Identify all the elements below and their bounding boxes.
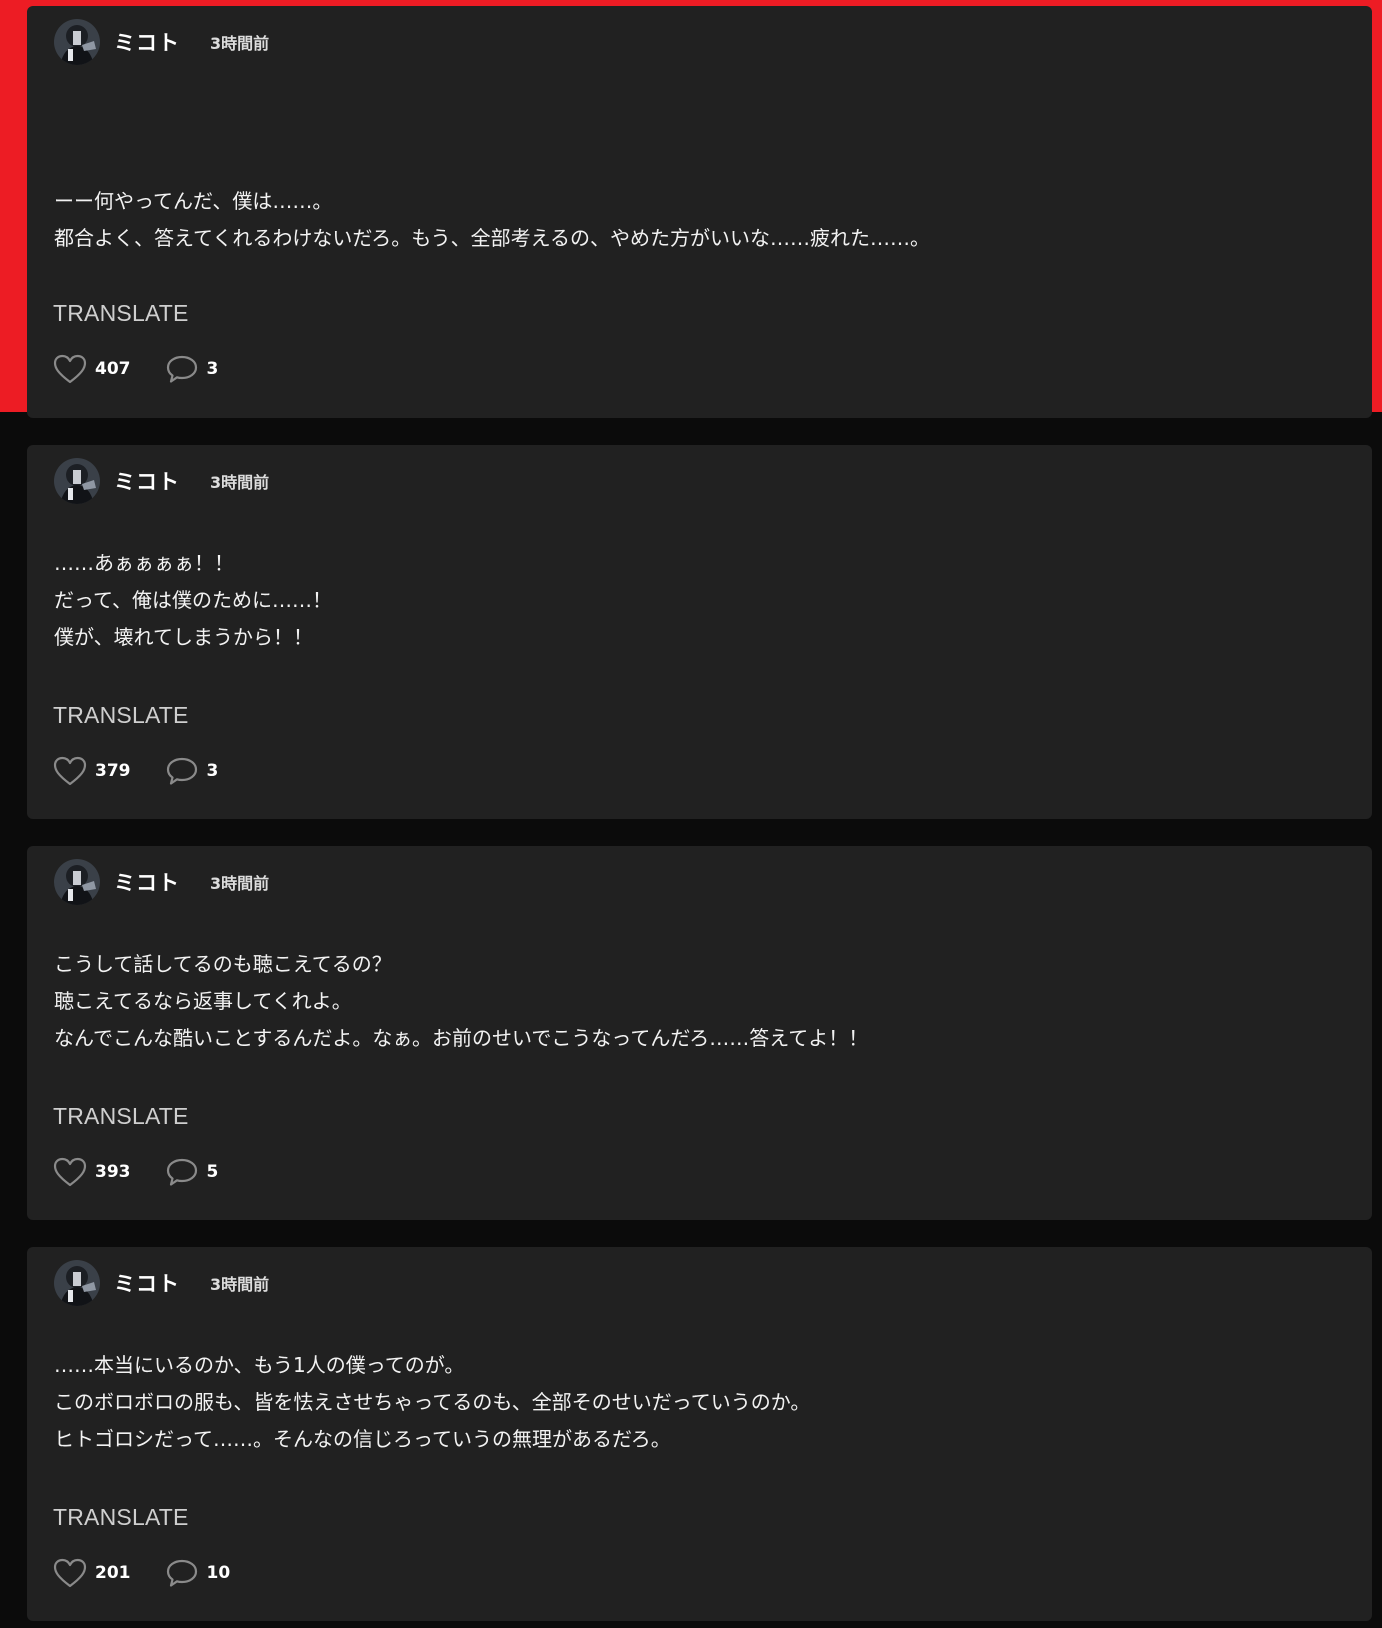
translate-button[interactable]: TRANSLATE (53, 300, 189, 327)
speech-bubble-icon (166, 1158, 197, 1186)
post-body-line: ……あぁぁぁぁ！！ (54, 551, 234, 575)
comment-button[interactable]: 3 (165, 756, 219, 786)
avatar[interactable] (54, 859, 100, 905)
post-body-line: 僕が、壊れてしまうから！！ (54, 625, 313, 649)
author-name[interactable]: ミコト (114, 1268, 180, 1298)
post-body-line: なんでこんな酷いことするんだよ。なぁ。お前のせいでこうなってんだろ……答えてよ！… (54, 1026, 869, 1050)
post-card: ミコト 3時間前 ……本当にいるのか、もう1人の僕ってのが。 このボロボロの服も… (27, 1247, 1372, 1621)
post-card: ミコト 3時間前 こうして話してるのも聴こえてるの？ 聴こえてるなら返事してくれ… (27, 846, 1372, 1220)
translate-button[interactable]: TRANSLATE (53, 702, 189, 729)
speech-bubble-icon (166, 355, 197, 383)
speech-bubble-icon (166, 757, 197, 785)
post-body-line: 都合よく、答えてくれるわけないだろ。もう、全部考えるの、やめた方がいいな……疲れ… (54, 226, 930, 250)
translate-button[interactable]: TRANSLATE (53, 1103, 189, 1130)
comment-count: 3 (206, 761, 219, 781)
translate-button[interactable]: TRANSLATE (53, 1504, 189, 1531)
post-actions: 407 3 (53, 354, 218, 384)
like-button[interactable]: 393 (53, 1157, 131, 1187)
post-time: 3時間前 (210, 34, 270, 53)
post-actions: 393 5 (53, 1157, 218, 1187)
author-name[interactable]: ミコト (114, 27, 180, 57)
heart-outline-icon (53, 756, 87, 786)
author-name[interactable]: ミコト (114, 867, 180, 897)
comment-count: 3 (206, 359, 219, 379)
like-count: 201 (95, 1563, 131, 1583)
avatar[interactable] (54, 458, 100, 504)
post-header: ミコト 3時間前 (54, 858, 269, 906)
post-header: ミコト 3時間前 (54, 18, 269, 66)
post-body-line: ……本当にいるのか、もう1人の僕ってのが。 (54, 1353, 465, 1377)
avatar[interactable] (54, 19, 100, 65)
post-header: ミコト 3時間前 (54, 1259, 269, 1307)
post-actions: 201 10 (53, 1558, 230, 1588)
post-card: ミコト 3時間前 ーー何やってんだ、僕は……。 都合よく、答えてくれるわけないだ… (27, 6, 1372, 418)
like-button[interactable]: 407 (53, 354, 131, 384)
post-time: 3時間前 (210, 1275, 270, 1294)
post-actions: 379 3 (53, 756, 218, 786)
speech-bubble-icon (166, 1559, 197, 1587)
post-body: ……本当にいるのか、もう1人の僕ってのが。 このボロボロの服も、皆を怯えさせちゃ… (54, 1347, 1345, 1458)
post-body: ーー何やってんだ、僕は……。 都合よく、答えてくれるわけないだろ。もう、全部考え… (54, 183, 1345, 257)
like-count: 393 (95, 1162, 131, 1182)
comment-button[interactable]: 5 (165, 1157, 219, 1187)
comment-button[interactable]: 3 (165, 354, 219, 384)
avatar[interactable] (54, 1260, 100, 1306)
like-button[interactable]: 201 (53, 1558, 131, 1588)
post-body-line: ーー何やってんだ、僕は……。 (54, 189, 333, 213)
post-body-line: だって、俺は僕のために……！ (54, 588, 332, 612)
like-button[interactable]: 379 (53, 756, 131, 786)
heart-outline-icon (53, 1157, 87, 1187)
post-time: 3時間前 (210, 473, 270, 492)
post-body-line: ヒトゴロシだって……。そんなの信じろっていうの無理があるだろ。 (54, 1427, 671, 1451)
post-body: こうして話してるのも聴こえてるの？ 聴こえてるなら返事してくれよ。 なんでこんな… (54, 946, 1345, 1057)
author-name[interactable]: ミコト (114, 466, 180, 496)
heart-outline-icon (53, 354, 87, 384)
like-count: 407 (95, 359, 131, 379)
post-body-line: このボロボロの服も、皆を怯えさせちゃってるのも、全部そのせいだっていうのか。 (54, 1390, 811, 1414)
heart-outline-icon (53, 1558, 87, 1588)
post-header: ミコト 3時間前 (54, 457, 269, 505)
post-body-line: 聴こえてるなら返事してくれよ。 (54, 989, 352, 1013)
comment-count: 5 (206, 1162, 219, 1182)
feed: ミコト 3時間前 ーー何やってんだ、僕は……。 都合よく、答えてくれるわけないだ… (0, 0, 1382, 1628)
post-body-line: こうして話してるのも聴こえてるの？ (54, 952, 392, 976)
post-card: ミコト 3時間前 ……あぁぁぁぁ！！ だって、俺は僕のために……！ 僕が、壊れて… (27, 445, 1372, 819)
comment-button[interactable]: 10 (165, 1558, 231, 1588)
comment-count: 10 (206, 1563, 231, 1583)
post-time: 3時間前 (210, 874, 270, 893)
like-count: 379 (95, 761, 131, 781)
post-body: ……あぁぁぁぁ！！ だって、俺は僕のために……！ 僕が、壊れてしまうから！！ (54, 545, 1345, 656)
